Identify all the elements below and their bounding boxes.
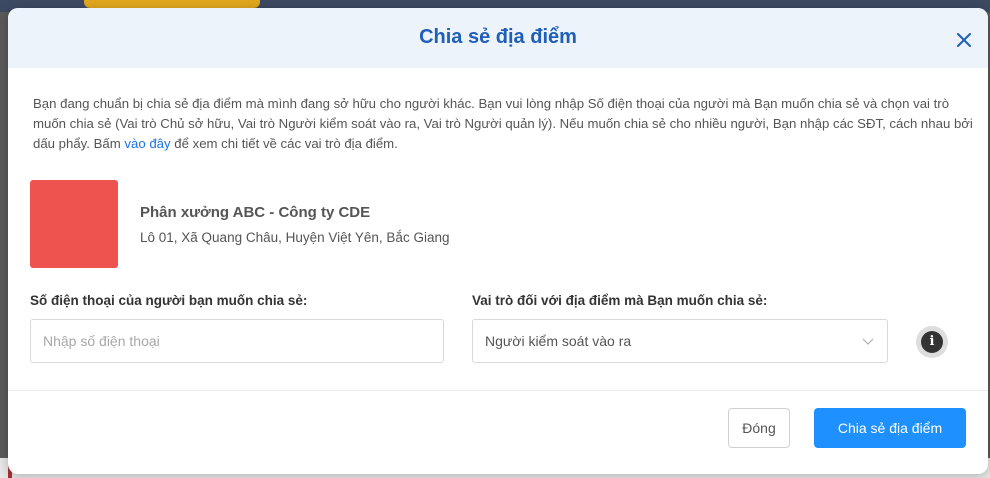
phone-label: Số điện thoại của người bạn muốn chia sẻ… bbox=[30, 293, 308, 308]
place-name: Phân xưởng ABC - Công ty CDE bbox=[140, 204, 371, 221]
modal-description: Bạn đang chuẩn bị chia sẻ địa điểm mà mì… bbox=[33, 94, 977, 154]
role-label: Vai trò đối với địa điểm mà Bạn muốn chi… bbox=[472, 293, 768, 308]
share-location-modal: Chia sẻ địa điểm Bạn đang chuẩn bị chia … bbox=[8, 8, 988, 474]
description-text-end: để xem chi tiết về các vai trò địa điểm. bbox=[170, 136, 398, 151]
place-address: Lô 01, Xã Quang Châu, Huyện Việt Yên, Bắ… bbox=[140, 230, 450, 245]
modal-header: Chia sẻ địa điểm bbox=[8, 8, 988, 68]
role-select-value: Người kiểm soát vào ra bbox=[485, 333, 632, 349]
share-location-button[interactable]: Chia sẻ địa điểm bbox=[814, 408, 966, 448]
footer-divider bbox=[8, 390, 988, 391]
background-tab bbox=[84, 0, 260, 8]
modal-title: Chia sẻ địa điểm bbox=[419, 26, 577, 48]
close-button[interactable] bbox=[952, 28, 976, 52]
close-dialog-button[interactable]: Đóng bbox=[728, 408, 790, 448]
info-button[interactable]: i bbox=[916, 326, 948, 358]
role-details-link[interactable]: vào đây bbox=[124, 136, 170, 151]
info-icon: i bbox=[921, 331, 943, 353]
phone-input[interactable] bbox=[30, 319, 444, 363]
role-select[interactable]: Người kiểm soát vào ra bbox=[472, 319, 888, 363]
chevron-down-icon bbox=[862, 338, 874, 345]
close-icon bbox=[957, 33, 971, 47]
place-thumbnail bbox=[30, 180, 118, 268]
